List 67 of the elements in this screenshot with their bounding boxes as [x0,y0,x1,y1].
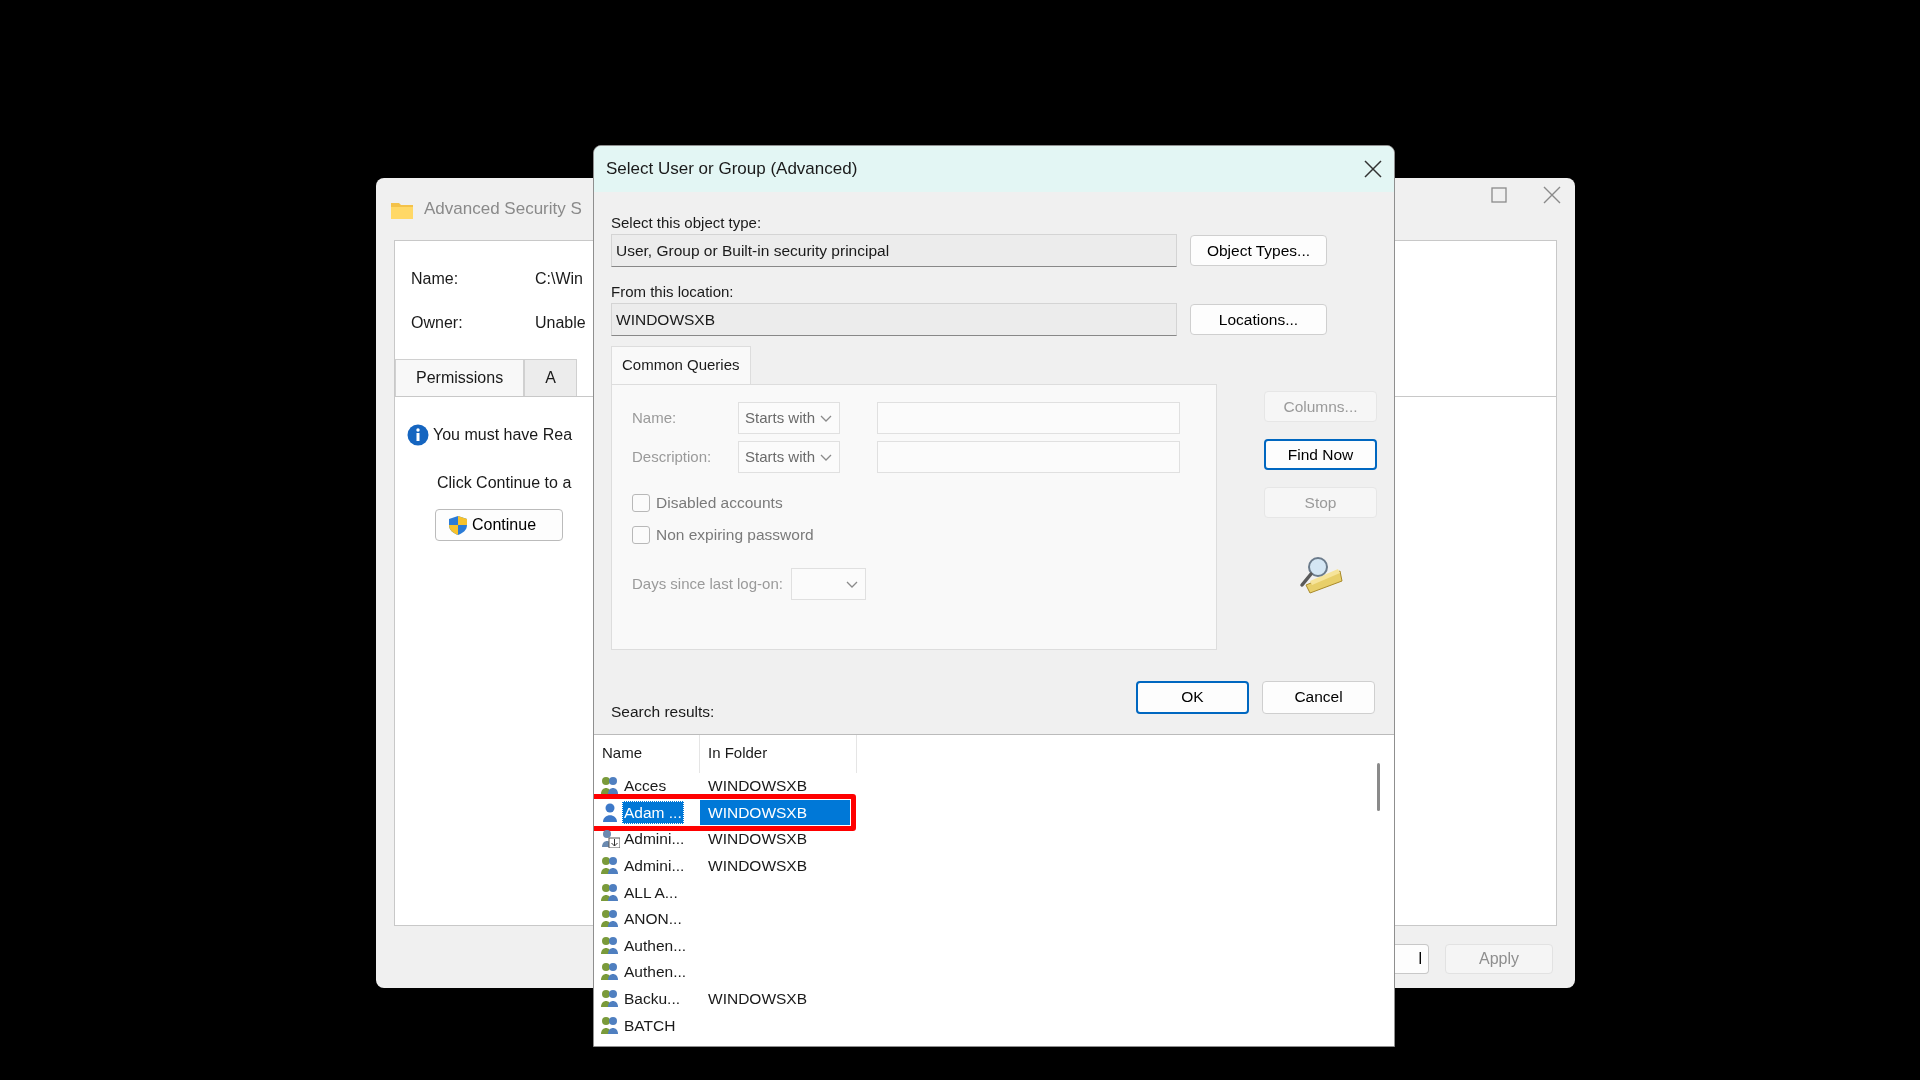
checkbox-label: Non expiring password [656,524,814,545]
field-label: Name: [632,407,678,428]
table-cell-text: WINDOWSXB [707,829,809,850]
table-cell[interactable]: Admini... [622,853,687,878]
tab[interactable]: Permissions [395,359,525,396]
users-icon [601,1015,620,1035]
maximize-icon[interactable] [1491,187,1507,203]
users-icon [601,989,620,1009]
user-icon [601,802,620,822]
dialog-button[interactable]: OK [1136,680,1249,714]
results-label: Search results: [611,702,715,723]
table-cell-text: WINDOWSXB [707,776,809,797]
table-cell[interactable]: ANON... [622,907,684,931]
table-cell[interactable]: Acces [622,774,669,798]
info-icon [407,424,429,446]
dialog-title: Select User or Group (Advanced) [606,158,858,181]
table-cell: WINDOWSXB [700,799,850,825]
field-label: Select this object type: [611,214,763,232]
field-label: Name: [411,269,460,289]
field-label: Days since last log-on: [632,573,783,594]
dialog-button[interactable]: Find Now [1264,439,1377,470]
field-value: Unable [535,313,586,333]
field-value: C:\Win [535,269,583,289]
input-field[interactable] [877,402,1180,434]
input-field[interactable]: WINDOWSXB [611,303,1177,336]
user-arrow-icon [601,829,620,849]
field-label: Description: [632,446,713,467]
checkbox-label: Disabled accounts [656,492,783,513]
window-title: Advanced Security S [424,198,582,221]
continue-button[interactable]: Continue [435,509,563,541]
footer-button[interactable]: l [1395,944,1429,974]
close-icon[interactable] [1364,160,1382,178]
field-label: From this location: [611,283,735,301]
column-header[interactable]: In Folder [700,734,857,773]
tab[interactable]: Common Queries [611,346,751,384]
dialog-button[interactable]: Locations... [1190,304,1327,335]
users-icon [601,962,620,982]
dialog-button[interactable]: Cancel [1262,680,1375,714]
input-field[interactable] [877,441,1180,473]
table-cell[interactable]: Authen... [622,933,689,957]
tab[interactable]: A [524,359,577,396]
input-field[interactable]: User, Group or Built-in security principal [611,234,1177,267]
table-cell[interactable]: Authen... [622,960,689,984]
checkbox[interactable] [632,493,650,512]
table-cell[interactable]: Backu... [622,986,682,1011]
users-icon [601,882,620,902]
scrollbar-thumb[interactable] [1377,762,1380,811]
users-icon [601,909,620,929]
users-icon [601,776,620,796]
column-header[interactable]: Name [594,734,700,773]
dropdown-value: Starts with [745,446,816,467]
users-icon [601,856,620,876]
instruction-text: Click Continue to a [437,473,572,493]
field-label: Owner: [411,313,464,333]
table-cell-text: WINDOWSXB [707,989,809,1010]
table-cell[interactable]: Admini... [622,827,687,851]
table-cell-text: WINDOWSXB [707,856,809,877]
checkbox[interactable] [632,525,650,544]
info-message: You must have Rea [433,425,573,445]
table-cell[interactable]: Adam ... [622,800,684,824]
dropdown[interactable] [790,568,866,600]
dropdown-value: Starts with [745,407,816,428]
table-cell[interactable]: ALL A... [622,880,680,904]
dialog-button[interactable]: Object Types... [1190,235,1327,266]
table-cell[interactable]: BATCH [622,1013,678,1037]
users-icon [601,935,620,955]
shield-icon [448,514,468,536]
